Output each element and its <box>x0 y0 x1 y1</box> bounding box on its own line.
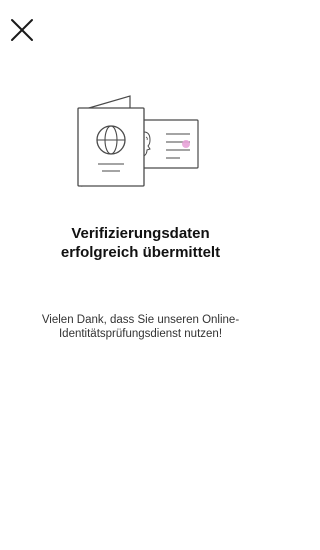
confirmation-message: Vielen Dank, dass Sie unseren Online- Id… <box>10 313 271 341</box>
message-line-2: Identitätsprüfungsdienst nutzen! <box>58 328 223 340</box>
passport-and-id-card-icon <box>77 95 199 187</box>
page-title: Verifizierungsdaten erfolgreich übermitt… <box>0 224 281 262</box>
passport-and-id-card-illustration <box>74 92 204 190</box>
title-line-2: erfolgreich übermittelt <box>60 244 221 261</box>
close-x-icon <box>11 19 33 41</box>
close-button[interactable] <box>8 16 36 44</box>
message-line-1: Vielen Dank, dass Sie unseren Online- <box>41 314 240 326</box>
title-line-1: Verifizierungsdaten <box>71 225 210 242</box>
